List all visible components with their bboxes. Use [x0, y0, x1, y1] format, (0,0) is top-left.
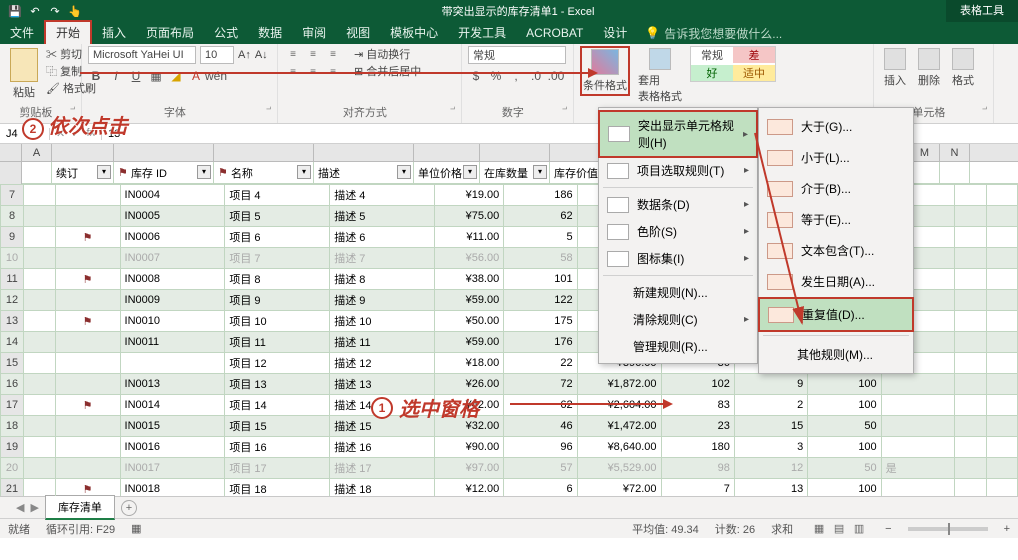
number-format-selector[interactable]: 常规 — [468, 46, 566, 64]
annotation-arrow-3 — [747, 133, 827, 346]
sheet-tab-active[interactable]: 库存清单 — [45, 495, 115, 520]
comma-icon[interactable]: , — [508, 68, 524, 84]
font-name-selector[interactable]: Microsoft YaHei UI — [88, 46, 196, 64]
menu-manage-rules[interactable]: 管理规则(R)... — [599, 333, 757, 360]
tab-formulas[interactable]: 公式 — [204, 22, 248, 44]
status-icon: ▦ — [131, 522, 141, 535]
save-icon[interactable]: 💾 — [8, 4, 22, 18]
align-mid-icon[interactable]: ≡ — [304, 46, 322, 62]
italic-icon[interactable]: I — [108, 68, 124, 84]
ribbon-tabs: 文件 开始 插入 页面布局 公式 数据 审阅 视图 模板中心 开发工具 ACRO… — [0, 22, 1018, 44]
tab-developer[interactable]: 开发工具 — [448, 22, 516, 44]
table-row[interactable]: 21⚑IN0018项目 18描述 18¥12.006¥72.00713100 — [1, 479, 1018, 497]
col-header-name[interactable] — [214, 144, 314, 161]
redo-icon[interactable]: ↷ — [48, 4, 62, 18]
wrap-text-button[interactable]: ⇥ 自动换行 — [354, 46, 421, 62]
inc-decimal-icon[interactable]: .0 — [528, 68, 544, 84]
tell-me[interactable]: 💡告诉我您想要做什么... — [637, 25, 790, 42]
percent-icon[interactable]: % — [488, 68, 504, 84]
annotation-step1: 选中窗格 — [371, 393, 479, 422]
tab-design[interactable]: 设计 — [593, 22, 637, 44]
tab-view[interactable]: 视图 — [336, 22, 380, 44]
border-icon[interactable]: ▦ — [148, 68, 164, 84]
menu-icon-sets[interactable]: 图标集(I)▸ — [599, 245, 757, 272]
flag-icon: ⚑ — [118, 166, 128, 179]
delete-cells-button[interactable]: 删除 — [914, 46, 944, 90]
zoom-out-icon[interactable]: − — [885, 523, 891, 535]
col-header-desc[interactable] — [314, 144, 414, 161]
contextual-tab-table-tools: 表格工具 — [946, 0, 1018, 22]
window-title: 带突出显示的库存清单1 - Excel — [90, 3, 946, 19]
align-bot-icon[interactable]: ≡ — [324, 46, 342, 62]
paste-button[interactable]: 粘贴 — [6, 46, 42, 102]
lightbulb-icon: 💡 — [645, 26, 660, 40]
col-header-M[interactable]: M — [910, 144, 940, 161]
tab-acrobat[interactable]: ACROBAT — [516, 22, 593, 44]
tab-insert[interactable]: 插入 — [92, 22, 136, 44]
menu-data-bars[interactable]: 数据条(D)▸ — [599, 191, 757, 218]
format-cells-button[interactable]: 格式 — [948, 46, 978, 90]
menu-clear-rules[interactable]: 清除规则(C)▸ — [599, 306, 757, 333]
menu-highlight-rules[interactable]: 突出显示单元格规则(H)▸ — [598, 110, 758, 158]
col-header-qty[interactable] — [480, 144, 550, 161]
normal-view-icon[interactable]: ▦ — [809, 522, 829, 535]
table-row[interactable]: 19IN0016项目 16描述 16¥90.0096¥8,640.0018031… — [1, 437, 1018, 458]
status-sum: 求和 — [771, 521, 793, 537]
font-color-icon[interactable]: A — [188, 68, 204, 84]
col-header-price[interactable] — [414, 144, 480, 161]
menu-color-scales[interactable]: 色阶(S)▸ — [599, 218, 757, 245]
phonetic-icon[interactable]: wén — [208, 68, 224, 84]
status-ready: 就绪 — [8, 521, 30, 537]
annotation-arrow-1 — [80, 72, 590, 74]
fill-color-icon[interactable]: ◢ — [168, 68, 184, 84]
increase-font-icon[interactable]: A↑ — [238, 49, 251, 61]
zoom-slider[interactable] — [908, 527, 988, 531]
font-size-selector[interactable]: 10 — [200, 46, 234, 64]
merge-center-button[interactable]: ⊞ 合并后居中 — [354, 63, 421, 79]
undo-icon[interactable]: ↶ — [28, 4, 42, 18]
add-sheet-button[interactable]: + — [121, 500, 137, 516]
sheet-nav-next-icon[interactable]: ▶ — [30, 501, 38, 514]
table-row[interactable]: 17⚑IN0014项目 14描述 14¥42.0062¥2,604.008321… — [1, 395, 1018, 416]
conditional-formatting-menu: 突出显示单元格规则(H)▸ 项目选取规则(T)▸ 数据条(D)▸ 色阶(S)▸ … — [598, 107, 758, 364]
align-top-icon[interactable]: ≡ — [284, 46, 302, 62]
bold-icon[interactable]: B — [88, 68, 104, 84]
touch-icon[interactable]: 👆 — [68, 4, 82, 18]
tab-data[interactable]: 数据 — [248, 22, 292, 44]
sheet-tab-bar: ◀ ▶ 库存清单 + — [0, 496, 1018, 518]
tab-templates[interactable]: 模板中心 — [380, 22, 448, 44]
col-header-flag[interactable] — [52, 144, 114, 161]
status-bar: 就绪 循环引用: F29 ▦ 平均值: 49.34 计数: 26 求和 ▦▤▥ … — [0, 518, 1018, 538]
cell-styles-gallery[interactable]: 常规差 好适中 — [690, 46, 776, 82]
col-header-id[interactable] — [114, 144, 214, 161]
col-header-A[interactable]: A — [22, 144, 52, 161]
decrease-font-icon[interactable]: A↓ — [255, 49, 268, 61]
format-as-table-button[interactable]: 套用 表格格式 — [634, 46, 686, 106]
annotation-arrow-2 — [510, 403, 665, 405]
status-circular-ref: 循环引用: F29 — [46, 521, 115, 537]
zoom-in-icon[interactable]: + — [1004, 523, 1010, 535]
insert-cells-button[interactable]: 插入 — [880, 46, 910, 90]
dec-decimal-icon[interactable]: .00 — [548, 68, 564, 84]
currency-icon[interactable]: $ — [468, 68, 484, 84]
page-layout-view-icon[interactable]: ▤ — [829, 522, 849, 535]
table-row[interactable]: 18IN0015项目 15描述 15¥32.0046¥1,472.0023155… — [1, 416, 1018, 437]
tab-pagelayout[interactable]: 页面布局 — [136, 22, 204, 44]
title-bar: 💾 ↶ ↷ 👆 带突出显示的库存清单1 - Excel 表格工具 — [0, 0, 1018, 22]
table-row[interactable]: 20IN0017项目 17描述 17¥97.0057¥5,529.0098125… — [1, 458, 1018, 479]
annotation-step2: 依次点击 — [22, 110, 128, 140]
menu-top-bottom-rules[interactable]: 项目选取规则(T)▸ — [599, 157, 757, 184]
filter-dropdown-icon[interactable]: ▾ — [97, 165, 111, 179]
status-count: 计数: 26 — [715, 521, 755, 537]
tab-review[interactable]: 审阅 — [292, 22, 336, 44]
status-average: 平均值: 49.34 — [632, 521, 699, 537]
tab-home[interactable]: 开始 — [44, 20, 92, 46]
menu-new-rule[interactable]: 新建规则(N)... — [599, 279, 757, 306]
underline-icon[interactable]: U — [128, 68, 144, 84]
page-break-view-icon[interactable]: ▥ — [849, 522, 869, 535]
sheet-nav-prev-icon[interactable]: ◀ — [16, 501, 24, 514]
table-row[interactable]: 16IN0013项目 13描述 13¥26.0072¥1,872.0010291… — [1, 374, 1018, 395]
col-header-N[interactable]: N — [940, 144, 970, 161]
tab-file[interactable]: 文件 — [0, 22, 44, 44]
